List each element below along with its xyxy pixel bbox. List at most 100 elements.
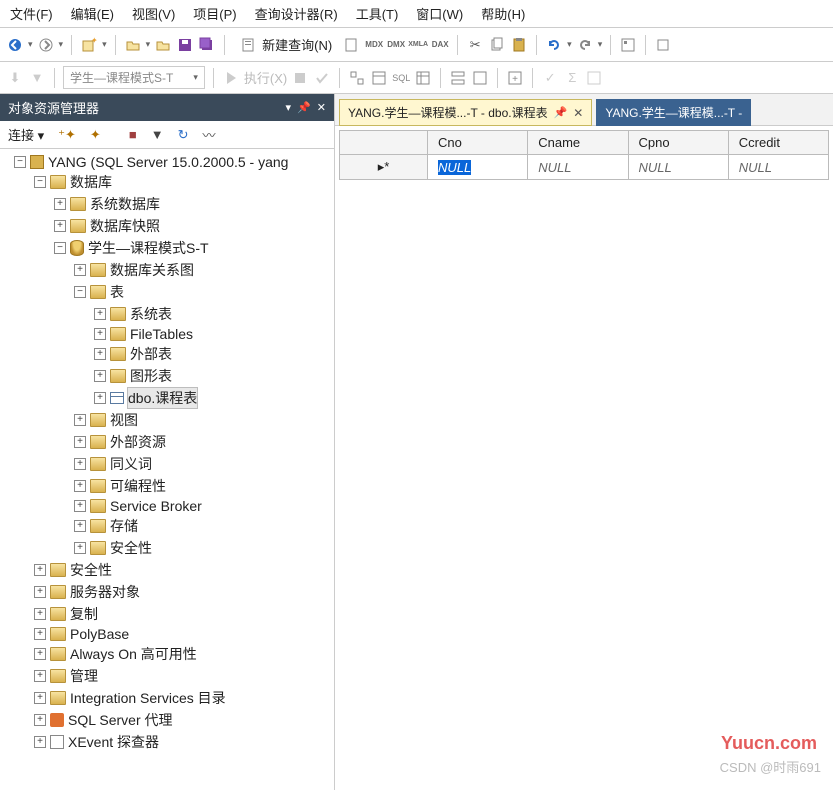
tree-synonyms[interactable]: +同义词	[0, 453, 334, 475]
folder-icon[interactable]	[154, 36, 172, 54]
tree-management[interactable]: +管理	[0, 665, 334, 687]
properties-icon[interactable]	[619, 36, 637, 54]
filter-icon[interactable]: ▼	[28, 69, 46, 87]
new-project-icon[interactable]: ✦	[80, 36, 98, 54]
expander-icon[interactable]: +	[54, 198, 66, 210]
expander-icon[interactable]: +	[74, 414, 86, 426]
back-dropdown[interactable]: ▾	[28, 39, 33, 50]
tree-system-tables[interactable]: +系统表	[0, 303, 334, 325]
tree-database-snapshots[interactable]: +数据库快照	[0, 215, 334, 237]
verify-icon[interactable]: ✓	[541, 69, 559, 87]
tree-db-diagrams[interactable]: +数据库关系图	[0, 259, 334, 281]
open-dropdown[interactable]: ▾	[146, 39, 151, 50]
tree-external-tables[interactable]: +外部表	[0, 343, 334, 365]
expander-icon[interactable]: +	[34, 714, 46, 726]
menu-help[interactable]: 帮助(H)	[481, 4, 525, 23]
col-cname[interactable]: Cname	[528, 131, 628, 155]
tree-server-objects[interactable]: +服务器对象	[0, 581, 334, 603]
add-group-icon[interactable]	[471, 69, 489, 87]
execute-label[interactable]: 执行(X)	[244, 68, 287, 87]
copy-icon[interactable]	[488, 36, 506, 54]
tree-student-database[interactable]: −学生—课程模式S-T	[0, 237, 334, 259]
expander-icon[interactable]: +	[94, 370, 106, 382]
col-ccredit[interactable]: Ccredit	[728, 131, 828, 155]
data-grid[interactable]: Cno Cname Cpno Ccredit ▸* NULL NULL NULL…	[339, 130, 829, 180]
stop-connection-icon[interactable]: ■	[129, 127, 137, 142]
group-by-icon[interactable]: Σ	[563, 69, 581, 87]
tree-system-databases[interactable]: +系统数据库	[0, 193, 334, 215]
dax-icon[interactable]: DAX	[431, 36, 449, 54]
cell-cno[interactable]: NULL	[428, 155, 528, 180]
tab-inactive[interactable]: YANG.学生—课程模...-T -	[596, 99, 751, 126]
expander-icon[interactable]: +	[74, 520, 86, 532]
expander-icon[interactable]: +	[34, 670, 46, 682]
xmla-icon[interactable]: XMLA	[409, 36, 427, 54]
panel-pin-icon[interactable]: 📌	[297, 101, 311, 114]
expander-icon[interactable]: +	[34, 586, 46, 598]
connect-plus-icon[interactable]: ⁺✦	[58, 127, 76, 143]
expander-icon[interactable]: +	[74, 458, 86, 470]
change-type-icon[interactable]	[449, 69, 467, 87]
disconnect-icon[interactable]: ✦	[90, 127, 101, 143]
mdx-icon[interactable]: MDX	[365, 36, 383, 54]
show-diagram-icon[interactable]	[348, 69, 366, 87]
tree-tables[interactable]: −表	[0, 281, 334, 303]
add-table-icon[interactable]: +	[506, 69, 524, 87]
extension-icon[interactable]	[654, 36, 672, 54]
forward-dropdown[interactable]: ▾	[59, 39, 64, 50]
stop-icon[interactable]	[291, 69, 309, 87]
tree-server-root[interactable]: −YANG (SQL Server 15.0.2000.5 - yang	[0, 153, 334, 171]
database-dropdown[interactable]: 学生—课程模式S-T ▾	[63, 66, 205, 89]
tree-views[interactable]: +视图	[0, 409, 334, 431]
cut-icon[interactable]: ✂	[466, 36, 484, 54]
tree-databases[interactable]: −数据库	[0, 171, 334, 193]
table-row[interactable]: ▸* NULL NULL NULL NULL	[340, 155, 829, 180]
menu-view[interactable]: 视图(V)	[132, 4, 175, 23]
menu-project[interactable]: 项目(P)	[193, 4, 236, 23]
paste-icon[interactable]	[510, 36, 528, 54]
tree-graph-tables[interactable]: +图形表	[0, 365, 334, 387]
tree-security[interactable]: +安全性	[0, 559, 334, 581]
tree-storage[interactable]: +存储	[0, 515, 334, 537]
tree-service-broker[interactable]: +Service Broker	[0, 497, 334, 515]
forward-icon[interactable]	[37, 36, 55, 54]
col-cno[interactable]: Cno	[428, 131, 528, 155]
pin-icon[interactable]: 📌	[554, 106, 568, 119]
script-icon[interactable]	[343, 36, 361, 54]
expander-icon[interactable]: +	[74, 500, 86, 512]
back-icon[interactable]	[6, 36, 24, 54]
tree-always-on[interactable]: +Always On 高可用性	[0, 643, 334, 665]
tree-sql-agent[interactable]: +SQL Server 代理	[0, 709, 334, 731]
expander-icon[interactable]: +	[34, 608, 46, 620]
menu-query-designer[interactable]: 查询设计器(R)	[255, 4, 338, 23]
menu-file[interactable]: 文件(F)	[10, 4, 53, 23]
tree-security-inner[interactable]: +安全性	[0, 537, 334, 559]
expander-icon[interactable]: +	[94, 328, 106, 340]
save-icon[interactable]	[176, 36, 194, 54]
cell-cpno[interactable]: NULL	[628, 155, 728, 180]
redo-icon[interactable]	[576, 36, 594, 54]
dmx-icon[interactable]: DMX	[387, 36, 405, 54]
expander-icon[interactable]: −	[74, 286, 86, 298]
expander-icon[interactable]: +	[34, 628, 46, 640]
expander-icon[interactable]: +	[34, 564, 46, 576]
undo-icon[interactable]	[545, 36, 563, 54]
expander-icon[interactable]: +	[54, 220, 66, 232]
menu-edit[interactable]: 编辑(E)	[71, 4, 114, 23]
menu-window[interactable]: 窗口(W)	[416, 4, 463, 23]
expander-icon[interactable]: +	[94, 348, 106, 360]
filter-tree-icon[interactable]: ▼	[151, 127, 164, 142]
show-sql-icon[interactable]: SQL	[392, 69, 410, 87]
save-all-icon[interactable]	[198, 36, 216, 54]
cell-ccredit[interactable]: NULL	[728, 155, 828, 180]
execute-icon[interactable]	[222, 69, 240, 87]
tree-xevent[interactable]: +XEvent 探查器	[0, 731, 334, 753]
pointer-icon[interactable]: ⬇	[6, 69, 24, 87]
col-cpno[interactable]: Cpno	[628, 131, 728, 155]
new-project-dropdown[interactable]: ▾	[102, 39, 107, 50]
derived-icon[interactable]	[585, 69, 603, 87]
tab-active[interactable]: YANG.学生—课程模...-T - dbo.课程表 📌 ✕	[339, 99, 592, 126]
tree-filetables[interactable]: +FileTables	[0, 325, 334, 343]
expander-icon[interactable]: +	[94, 308, 106, 320]
expander-icon[interactable]: −	[54, 242, 66, 254]
